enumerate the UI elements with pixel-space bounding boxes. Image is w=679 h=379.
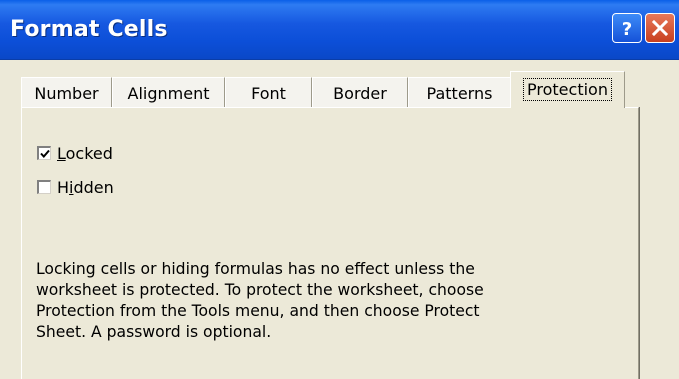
locked-checkbox-row[interactable]: Locked bbox=[37, 143, 113, 163]
tab-border[interactable]: Border bbox=[312, 77, 408, 107]
panel-shadow bbox=[639, 107, 640, 379]
close-button[interactable] bbox=[645, 13, 675, 43]
tab-strip: Number Alignment Font Border Patterns Pr… bbox=[21, 71, 641, 108]
help-button[interactable]: ? bbox=[612, 13, 642, 43]
tab-patterns[interactable]: Patterns bbox=[408, 77, 511, 107]
svg-text:?: ? bbox=[622, 19, 632, 38]
help-icon: ? bbox=[619, 18, 635, 38]
tab-font[interactable]: Font bbox=[225, 77, 312, 107]
title-bar[interactable]: Format Cells ? bbox=[0, 0, 679, 60]
tab-alignment[interactable]: Alignment bbox=[112, 77, 225, 107]
locked-label: Locked bbox=[57, 143, 113, 163]
window-title: Format Cells bbox=[10, 17, 168, 42]
close-icon bbox=[651, 19, 669, 37]
protection-description: Locking cells or hiding formulas has no … bbox=[36, 260, 484, 341]
locked-checkbox[interactable] bbox=[37, 146, 51, 160]
hidden-checkbox[interactable] bbox=[37, 180, 51, 194]
protection-panel: Locked Hidden Locking cells or hiding fo… bbox=[21, 107, 639, 379]
tab-protection[interactable]: Protection bbox=[510, 71, 625, 108]
checkmark-icon bbox=[40, 149, 50, 158]
hidden-label: Hidden bbox=[57, 177, 114, 197]
hidden-checkbox-row[interactable]: Hidden bbox=[37, 177, 114, 197]
tab-number[interactable]: Number bbox=[21, 77, 112, 107]
